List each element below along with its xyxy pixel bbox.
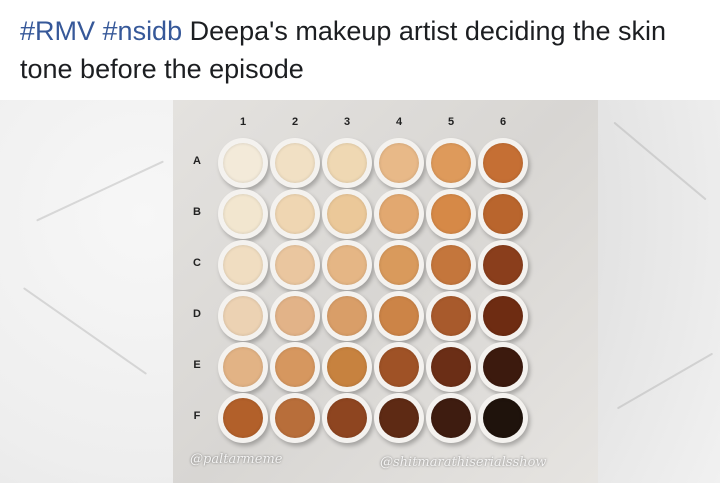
swatch-fill-E3 bbox=[327, 347, 367, 387]
swatch-B3 bbox=[322, 189, 372, 239]
swatch-B4 bbox=[374, 189, 424, 239]
swatch-fill-E6 bbox=[483, 347, 523, 387]
swatch-fill-A6 bbox=[483, 143, 523, 183]
column-label-4: 4 bbox=[395, 116, 403, 128]
swatch-E4 bbox=[374, 342, 424, 392]
swatch-fill-C6 bbox=[483, 245, 523, 285]
swatch-fill-D1 bbox=[223, 296, 263, 336]
swatch-fill-E2 bbox=[275, 347, 315, 387]
swatch-fill-A2 bbox=[275, 143, 315, 183]
swatch-fill-D2 bbox=[275, 296, 315, 336]
swatch-E2 bbox=[270, 342, 320, 392]
swatch-D2 bbox=[270, 291, 320, 341]
swatch-C3 bbox=[322, 240, 372, 290]
swatch-A1 bbox=[218, 138, 268, 188]
swatch-fill-B1 bbox=[223, 194, 263, 234]
swatch-fill-F2 bbox=[275, 398, 315, 438]
hashtag-rmv-link[interactable]: #RMV bbox=[20, 16, 95, 46]
swatch-E1 bbox=[218, 342, 268, 392]
swatch-E6 bbox=[478, 342, 528, 392]
swatch-F3 bbox=[322, 393, 372, 443]
swatch-A5 bbox=[426, 138, 476, 188]
swatch-fill-B4 bbox=[379, 194, 419, 234]
swatch-fill-A1 bbox=[223, 143, 263, 183]
swatch-A2 bbox=[270, 138, 320, 188]
swatch-fill-D4 bbox=[379, 296, 419, 336]
column-label-1: 1 bbox=[239, 116, 247, 128]
swatch-fill-C4 bbox=[379, 245, 419, 285]
swatch-A6 bbox=[478, 138, 528, 188]
marble-vein bbox=[616, 352, 714, 410]
column-label-6: 6 bbox=[499, 116, 507, 128]
swatch-C6 bbox=[478, 240, 528, 290]
swatch-E3 bbox=[322, 342, 372, 392]
swatch-fill-D3 bbox=[327, 296, 367, 336]
swatch-fill-E1 bbox=[223, 347, 263, 387]
swatch-fill-F3 bbox=[327, 398, 367, 438]
swatch-B5 bbox=[426, 189, 476, 239]
post-caption: #RMV #nsidb Deepa's makeup artist decidi… bbox=[20, 12, 710, 88]
swatch-C2 bbox=[270, 240, 320, 290]
swatch-fill-C2 bbox=[275, 245, 315, 285]
swatch-D5 bbox=[426, 291, 476, 341]
swatch-fill-E4 bbox=[379, 347, 419, 387]
swatch-fill-B6 bbox=[483, 194, 523, 234]
swatch-board: 1 2 3 4 5 6 A B C D E F bbox=[173, 100, 598, 483]
swatch-fill-F1 bbox=[223, 398, 263, 438]
row-label-C: C bbox=[193, 257, 201, 269]
post-divider bbox=[0, 483, 720, 490]
column-label-2: 2 bbox=[291, 116, 299, 128]
swatch-fill-D6 bbox=[483, 296, 523, 336]
swatch-fill-E5 bbox=[431, 347, 471, 387]
swatch-E5 bbox=[426, 342, 476, 392]
swatch-fill-B5 bbox=[431, 194, 471, 234]
watermark-left: @paltarmeme bbox=[190, 452, 283, 467]
caption-line1: Deepa's makeup artist deciding the skin bbox=[182, 16, 667, 46]
swatch-D6 bbox=[478, 291, 528, 341]
row-label-A: A bbox=[193, 155, 201, 167]
swatch-D1 bbox=[218, 291, 268, 341]
swatch-C5 bbox=[426, 240, 476, 290]
swatch-fill-B3 bbox=[327, 194, 367, 234]
swatch-fill-A5 bbox=[431, 143, 471, 183]
swatch-F5 bbox=[426, 393, 476, 443]
swatch-fill-F6 bbox=[483, 398, 523, 438]
swatch-fill-B2 bbox=[275, 194, 315, 234]
swatch-fill-A4 bbox=[379, 143, 419, 183]
column-label-5: 5 bbox=[447, 116, 455, 128]
marble-vein bbox=[613, 121, 707, 201]
swatch-D4 bbox=[374, 291, 424, 341]
swatch-B1 bbox=[218, 189, 268, 239]
swatch-B6 bbox=[478, 189, 528, 239]
swatch-B2 bbox=[270, 189, 320, 239]
row-label-B: B bbox=[193, 206, 201, 218]
swatch-C1 bbox=[218, 240, 268, 290]
swatch-fill-F4 bbox=[379, 398, 419, 438]
swatch-F4 bbox=[374, 393, 424, 443]
swatch-C4 bbox=[374, 240, 424, 290]
column-label-3: 3 bbox=[343, 116, 351, 128]
post-image[interactable]: 1 2 3 4 5 6 A B C D E F @paltarmeme @shitmarathiser… bbox=[0, 100, 720, 483]
swatch-F1 bbox=[218, 393, 268, 443]
swatch-fill-C1 bbox=[223, 245, 263, 285]
hashtag-nsidb-link[interactable]: #nsidb bbox=[103, 16, 183, 46]
swatch-fill-A3 bbox=[327, 143, 367, 183]
marble-vein bbox=[36, 160, 164, 222]
swatch-fill-F5 bbox=[431, 398, 471, 438]
row-label-D: D bbox=[193, 308, 201, 320]
row-label-E: E bbox=[193, 359, 201, 371]
swatch-F6 bbox=[478, 393, 528, 443]
swatch-fill-D5 bbox=[431, 296, 471, 336]
swatch-fill-C5 bbox=[431, 245, 471, 285]
caption-line2: tone before the episode bbox=[20, 54, 304, 84]
swatch-D3 bbox=[322, 291, 372, 341]
watermark-right: @shitmarathiserialsshow bbox=[380, 455, 547, 470]
marble-vein bbox=[22, 287, 148, 375]
swatch-A3 bbox=[322, 138, 372, 188]
swatch-fill-C3 bbox=[327, 245, 367, 285]
swatch-A4 bbox=[374, 138, 424, 188]
swatch-F2 bbox=[270, 393, 320, 443]
row-label-F: F bbox=[193, 410, 201, 422]
